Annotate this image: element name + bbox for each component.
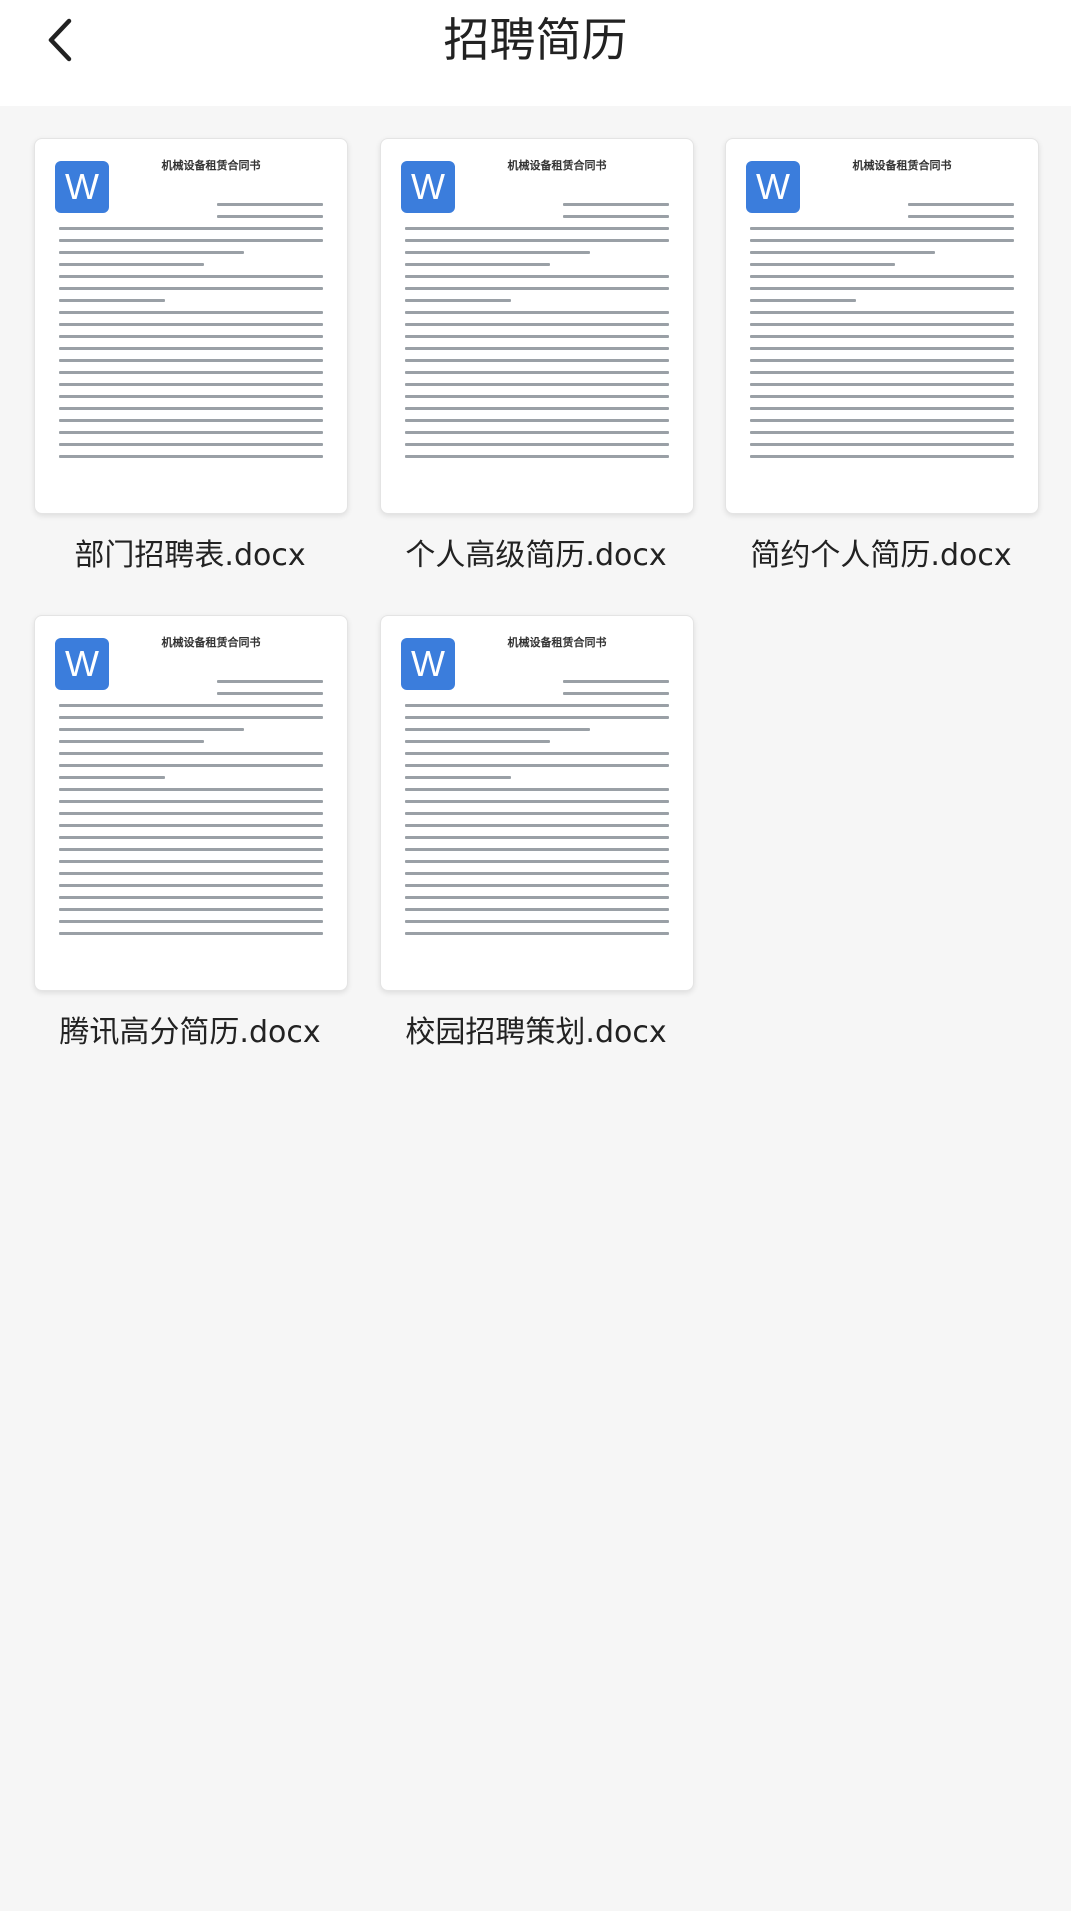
file-name[interactable]: 部门招聘表.docx	[14, 530, 366, 574]
file-name[interactable]: 腾讯高分简历.docx	[14, 1007, 366, 1051]
preview-text-lines	[750, 193, 1014, 467]
preview-text-lines	[405, 670, 669, 944]
preview-text-lines	[59, 193, 323, 467]
file-card[interactable]: 机械设备租赁合同书 W	[380, 615, 726, 1085]
preview-text-lines	[405, 193, 669, 467]
file-thumbnail[interactable]: 机械设备租赁合同书 W	[380, 138, 694, 514]
page-title: 招聘简历	[443, 13, 628, 67]
file-name[interactable]: 简约个人简历.docx	[705, 530, 1057, 574]
file-card[interactable]: 机械设备租赁合同书 W	[34, 138, 380, 608]
top-bar: 招聘简历	[0, 0, 1071, 106]
file-card[interactable]: 机械设备租赁合同书 W	[725, 138, 1071, 608]
file-name[interactable]: 个人高级简历.docx	[360, 530, 712, 574]
file-thumbnail[interactable]: 机械设备租赁合同书 W	[380, 615, 694, 991]
file-thumbnail[interactable]: 机械设备租赁合同书 W	[34, 615, 348, 991]
file-card[interactable]: 机械设备租赁合同书 W	[380, 138, 726, 608]
file-thumbnail[interactable]: 机械设备租赁合同书 W	[725, 138, 1039, 514]
file-card[interactable]: 机械设备租赁合同书 W	[34, 615, 380, 1085]
preview-text-lines	[59, 670, 323, 944]
file-thumbnail[interactable]: 机械设备租赁合同书 W	[34, 138, 348, 514]
file-name[interactable]: 校园招聘策划.docx	[360, 1007, 712, 1051]
